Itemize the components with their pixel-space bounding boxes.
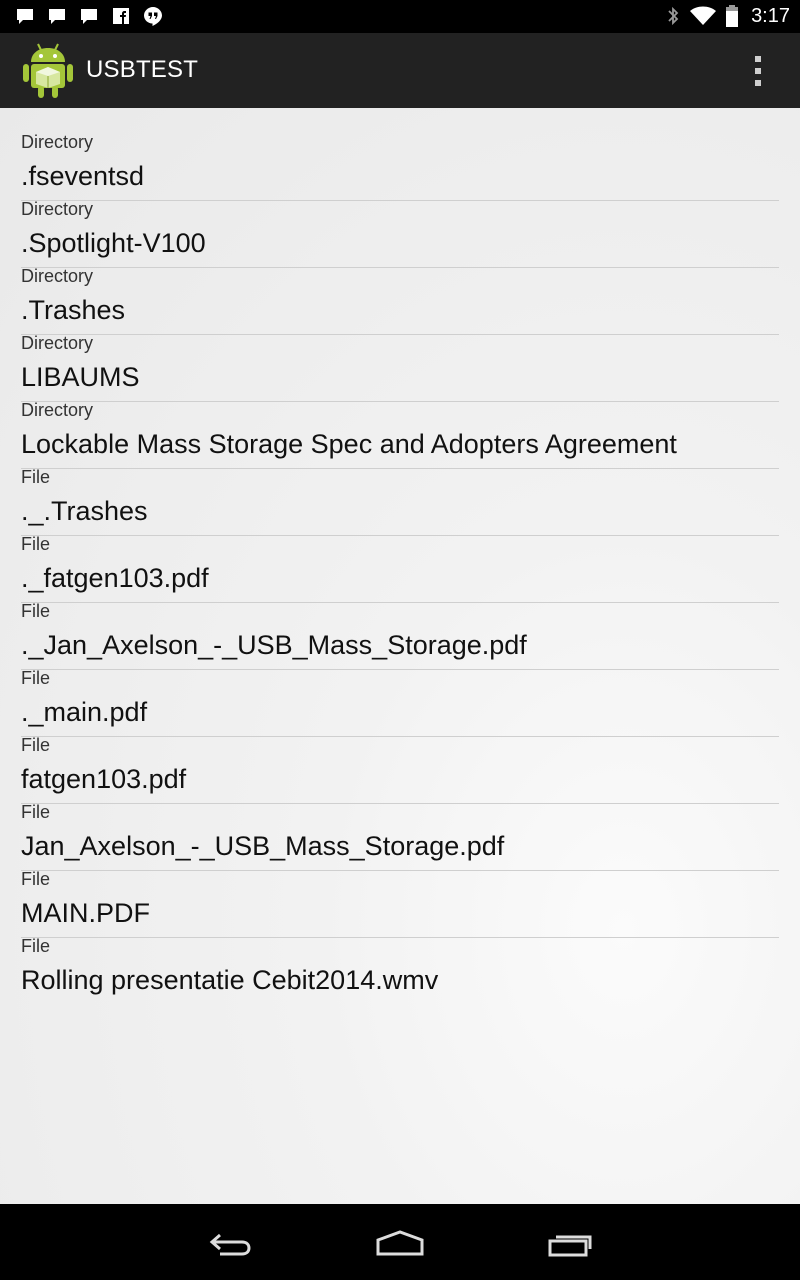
list-item[interactable]: Directory .Spotlight-V100 [21, 199, 779, 268]
back-button[interactable] [200, 1224, 260, 1264]
list-item[interactable]: File ._main.pdf [21, 668, 779, 737]
list-item[interactable]: File ._fatgen103.pdf [21, 534, 779, 603]
navigation-bar [0, 1204, 800, 1280]
list-item[interactable]: File Jan_Axelson_-_USB_Mass_Storage.pdf [21, 802, 779, 871]
hangouts-icon [144, 7, 162, 26]
item-type-label: File [21, 467, 51, 487]
back-icon [209, 1233, 251, 1256]
item-type-label: File [21, 601, 51, 621]
item-name: ._Jan_Axelson_-_USB_Mass_Storage.pdf [21, 630, 527, 660]
list-item[interactable]: File MAIN.PDF [21, 869, 779, 938]
app-title: USBTEST [86, 56, 199, 83]
message-icon [49, 9, 65, 24]
item-name: ._.Trashes [21, 496, 148, 526]
bluetooth-icon [668, 6, 679, 26]
item-type-label: Directory [21, 333, 94, 353]
item-type-label: Directory [21, 266, 94, 286]
item-type-label: File [21, 735, 51, 755]
item-name: LIBAUMS [21, 362, 140, 392]
item-type-label: File [21, 802, 51, 822]
home-button[interactable] [370, 1224, 430, 1264]
file-list: Directory .fseventsd Directory .Spotligh… [21, 132, 779, 1005]
item-type-label: Directory [21, 400, 94, 420]
item-type-label: File [21, 668, 51, 688]
list-item[interactable]: Directory Lockable Mass Storage Spec and… [21, 400, 779, 469]
item-name: Jan_Axelson_-_USB_Mass_Storage.pdf [21, 831, 505, 861]
list-item[interactable]: File Rolling presentatie Cebit2014.wmv [21, 936, 779, 1005]
notification-area [14, 5, 164, 27]
overflow-dot [755, 56, 761, 62]
message-icon [81, 9, 97, 24]
status-bar: 3:17 [0, 0, 800, 33]
wifi-icon [690, 6, 717, 25]
item-type-label: Directory [21, 132, 94, 152]
item-type-label: File [21, 534, 51, 554]
list-item[interactable]: Directory .Trashes [21, 266, 779, 335]
item-name: fatgen103.pdf [21, 764, 187, 794]
recents-button[interactable] [541, 1224, 601, 1264]
overflow-menu-icon[interactable] [746, 53, 770, 89]
item-type-label: Directory [21, 199, 94, 219]
recents-icon [548, 1235, 592, 1257]
list-item[interactable]: File ._.Trashes [21, 467, 779, 536]
item-name: .Trashes [21, 295, 126, 325]
item-name: .Spotlight-V100 [21, 228, 206, 258]
file-list-container: Directory .fseventsd Directory .Spotligh… [0, 108, 800, 1204]
list-item[interactable]: File fatgen103.pdf [21, 735, 779, 804]
overflow-dot [755, 80, 761, 86]
item-name: Rolling presentatie Cebit2014.wmv [21, 965, 439, 995]
action-bar: USBTEST [0, 33, 800, 109]
facebook-icon [113, 8, 129, 24]
overflow-dot [755, 68, 761, 74]
system-status-area: 3:17 [665, 4, 790, 28]
item-type-label: File [21, 936, 51, 956]
list-item[interactable]: File ._Jan_Axelson_-_USB_Mass_Storage.pd… [21, 601, 779, 670]
list-item[interactable]: Directory LIBAUMS [21, 333, 779, 402]
item-name: Lockable Mass Storage Spec and Adopters … [21, 429, 677, 459]
android-robot-icon[interactable] [22, 40, 74, 100]
item-type-label: File [21, 869, 51, 889]
message-icon [17, 9, 33, 24]
item-name: ._fatgen103.pdf [21, 563, 209, 593]
battery-icon [726, 5, 739, 27]
status-clock: 3:17 [751, 5, 790, 27]
item-name: .fseventsd [21, 161, 145, 191]
item-name: MAIN.PDF [21, 898, 151, 928]
item-name: ._main.pdf [21, 697, 148, 727]
list-item[interactable]: Directory .fseventsd [21, 132, 779, 201]
home-icon [376, 1230, 424, 1256]
